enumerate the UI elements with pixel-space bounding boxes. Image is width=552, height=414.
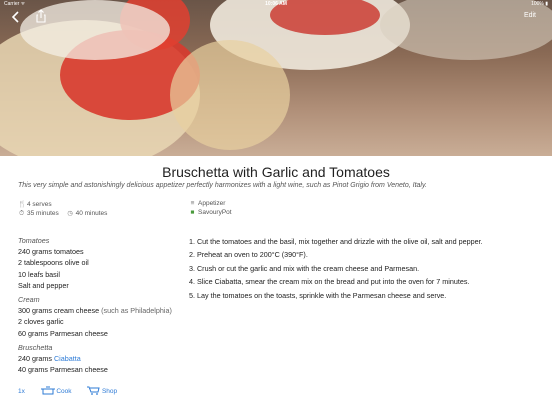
ingredient-item: 300 grams cream cheese (such as Philadel…: [18, 306, 172, 316]
shop-label: Shop: [101, 388, 118, 395]
category-info: ≡ Appetizer: [189, 200, 226, 207]
share-icon[interactable]: [35, 9, 47, 23]
source-icon: ■: [190, 209, 195, 216]
serves-label: 4 serves: [27, 201, 52, 208]
cart-icon: [87, 386, 100, 397]
ingredient-item: 40 grams Parmesan cheese: [18, 365, 108, 375]
list-icon: ≡: [190, 200, 195, 207]
fork-knife-icon: 🍴: [18, 201, 27, 208]
total-time: 40 minutes: [75, 210, 108, 217]
ciabatta-link[interactable]: Ciabatta: [54, 354, 81, 363]
prep-time: 35 minutes: [27, 210, 59, 217]
direction-step: 3. Crush or cut the garlic and mix with …: [189, 263, 420, 273]
pot-icon: [40, 386, 55, 397]
bottom-toolbar: 1x Cook Shop: [18, 386, 117, 398]
ingredient-item: 2 cloves garlic: [18, 317, 64, 327]
cook-label: Cook: [56, 388, 72, 395]
category-label: Appetizer: [198, 200, 226, 207]
ingredient-item: 10 leafs basil: [18, 269, 60, 279]
ingredient-group-title: Cream: [18, 295, 40, 305]
ingredient-item: 240 grams Ciabatta: [18, 354, 81, 364]
ingredient-item: 2 tablespoons olive oil: [18, 258, 89, 268]
chevron-left-icon[interactable]: [10, 10, 22, 24]
time-info: ⏱ 35 minutes ◷ 40 minutes: [18, 209, 107, 218]
shop-button[interactable]: Shop: [87, 386, 117, 397]
source-label[interactable]: SavouryPot: [198, 209, 232, 216]
direction-step: 4. Slice Ciabatta, smear the cream mix o…: [189, 277, 470, 287]
source-info: ■ SavouryPot: [189, 209, 232, 216]
direction-step: 2. Preheat an oven to 200°C (390°F).: [189, 250, 308, 260]
ingredients-list: Tomatoes 240 grams tomatoes 2 tablespoon…: [18, 235, 188, 375]
direction-step: 1. Cut the tomatoes and the basil, mix t…: [189, 237, 483, 246]
recipe-detail: Bruschetta with Garlic and Tomatoes This…: [0, 156, 552, 414]
serves-info: 🍴4 serves: [18, 200, 52, 208]
cook-button[interactable]: Cook: [40, 386, 72, 397]
recipe-title: Bruschetta with Garlic and Tomatoes: [162, 164, 390, 180]
battery-indicator: 100% ▮: [531, 1, 548, 7]
recipe-description: This very simple and astonishingly delic…: [18, 182, 427, 189]
ingredient-item: 60 grams Parmesan cheese: [18, 328, 108, 338]
direction-step: 5. Lay the tomatoes on the toasts, sprin…: [189, 290, 447, 300]
clock: 10:06 AM: [265, 1, 287, 7]
directions-list: 1. Cut the tomatoes and the basil, mix t…: [189, 235, 539, 302]
ingredient-group-title: Bruschetta: [18, 342, 53, 352]
ingredient-item: 240 grams tomatoes: [18, 247, 84, 257]
nav-bar: Edit: [0, 8, 552, 26]
ingredient-item: Salt and pepper: [18, 280, 69, 290]
clock-icon: ◷: [67, 210, 73, 217]
timer-icon: ⏱: [18, 210, 25, 217]
edit-button[interactable]: Edit: [524, 12, 536, 19]
scale-button[interactable]: 1x: [18, 388, 25, 395]
status-bar: Carrier ᯤ 10:06 AM 100% ▮: [0, 0, 552, 8]
ingredient-group-title: Tomatoes: [18, 236, 50, 245]
